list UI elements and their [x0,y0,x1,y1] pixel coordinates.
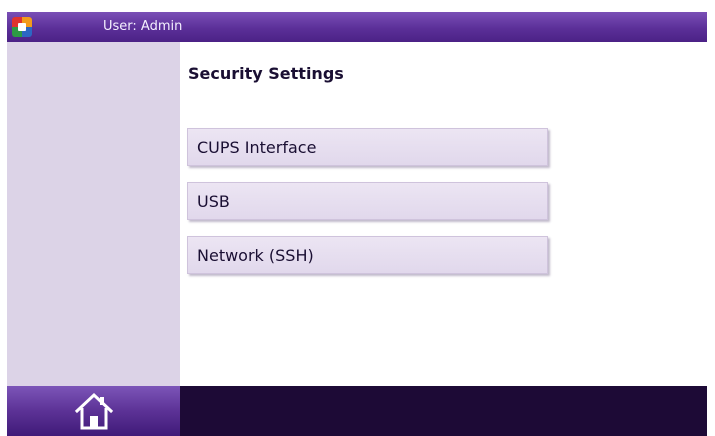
usb-label: USB [197,192,230,211]
network-ssh-button[interactable]: Network (SSH) [187,236,548,274]
cups-interface-label: CUPS Interface [197,138,317,157]
footer-bar [7,386,707,436]
home-button[interactable] [7,386,180,436]
main-content: Security Settings CUPS Interface USB Net… [180,42,707,386]
header-bar: User: Admin [7,12,707,42]
sidebar [7,42,180,386]
screen: User: Admin Security Settings CUPS Inter… [0,0,715,436]
home-icon [74,392,114,430]
usb-button[interactable]: USB [187,182,548,220]
page-title: Security Settings [188,64,344,83]
app-logo-icon [12,17,32,37]
user-label: User: Admin [103,19,183,34]
cups-interface-button[interactable]: CUPS Interface [187,128,548,166]
network-ssh-label: Network (SSH) [197,246,314,265]
